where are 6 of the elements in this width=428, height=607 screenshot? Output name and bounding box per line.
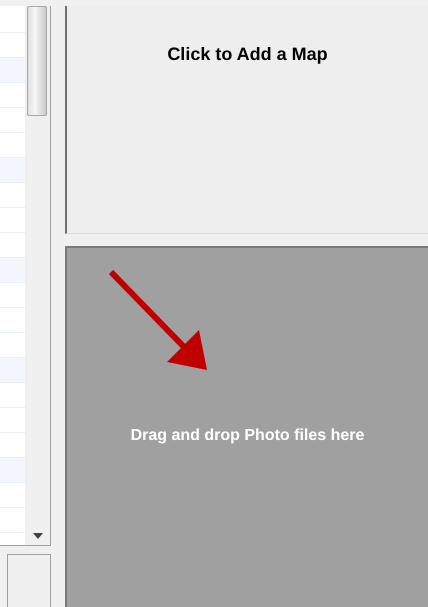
- scrollbar-thumb[interactable]: [27, 6, 47, 116]
- map-panel[interactable]: Click to Add a Map: [65, 6, 428, 234]
- down-arrow-icon[interactable]: [32, 533, 42, 539]
- file-list[interactable]: [0, 6, 25, 545]
- map-panel-label: Click to Add a Map: [167, 44, 328, 66]
- drop-zone-label: Drag and drop Photo files here: [130, 426, 366, 446]
